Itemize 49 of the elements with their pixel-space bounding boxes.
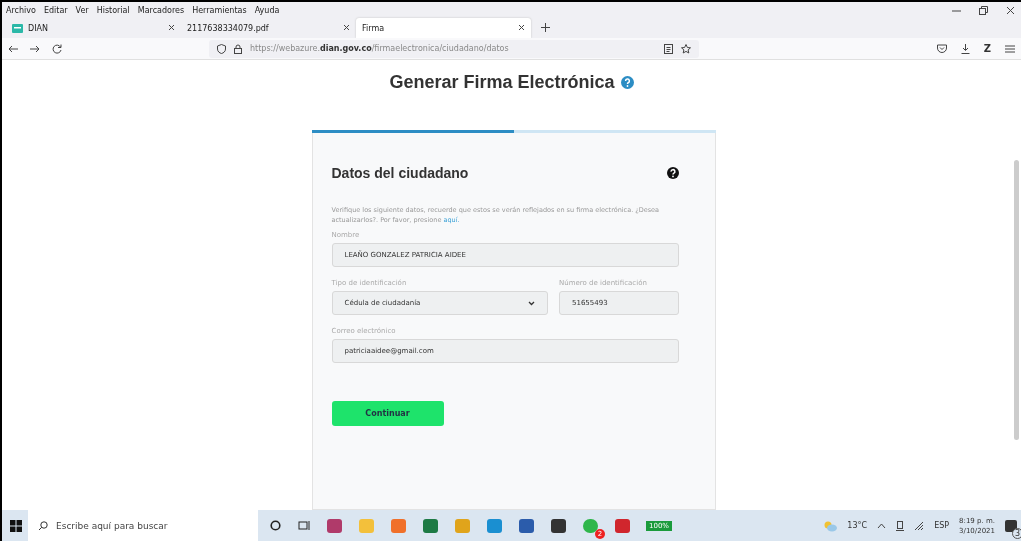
network-icon[interactable] bbox=[914, 520, 925, 531]
back-icon[interactable] bbox=[8, 44, 18, 53]
notifications-icon[interactable] bbox=[1005, 519, 1017, 532]
card-title: Datos del ciudadano bbox=[331, 165, 469, 181]
forward-icon[interactable] bbox=[30, 44, 40, 53]
close-tab-icon[interactable] bbox=[343, 24, 350, 31]
browser-tab[interactable]: 2117638334079.pdf bbox=[181, 18, 356, 38]
caret-up-icon[interactable] bbox=[877, 522, 887, 529]
site-icon bbox=[12, 23, 23, 33]
close-tab-icon[interactable] bbox=[518, 24, 525, 31]
browser-tab[interactable]: DIAN bbox=[6, 18, 181, 38]
chevron-down-icon bbox=[527, 300, 535, 306]
notification-count: 3 bbox=[1012, 527, 1021, 539]
lock-icon bbox=[234, 43, 242, 54]
pocket-icon[interactable] bbox=[936, 44, 947, 53]
menu-item[interactable]: Ver bbox=[75, 5, 89, 15]
continue-button[interactable]: Continuar bbox=[331, 401, 444, 426]
browser-tab[interactable]: Firma bbox=[356, 18, 531, 38]
download-icon[interactable] bbox=[960, 43, 970, 54]
menu-icon[interactable] bbox=[1005, 44, 1015, 53]
task-view-icon[interactable] bbox=[298, 520, 310, 531]
menu-item[interactable]: Historial bbox=[96, 5, 130, 15]
cortana-icon[interactable] bbox=[270, 520, 281, 531]
reader-view-icon[interactable] bbox=[664, 43, 673, 54]
url-text: https://webazure.dian.gov.co/firmaelectronica/ciudadano/datos bbox=[250, 44, 509, 53]
start-button[interactable] bbox=[10, 519, 22, 532]
new-tab-icon[interactable] bbox=[541, 23, 550, 32]
help-icon bbox=[620, 76, 634, 89]
bookmark-star-icon[interactable] bbox=[681, 43, 691, 54]
close-icon[interactable] bbox=[1006, 5, 1015, 15]
language-indicator[interactable]: ESP bbox=[934, 521, 950, 530]
menu-item[interactable]: Ayuda bbox=[254, 5, 280, 15]
menu-item[interactable]: Herramientas bbox=[192, 5, 247, 15]
meeting-icon[interactable] bbox=[896, 520, 905, 531]
search-field[interactable]: Escribe aquí para buscar bbox=[28, 510, 258, 541]
menu-item[interactable]: Marcadores bbox=[137, 5, 185, 15]
menu-item[interactable]: Archivo bbox=[6, 5, 36, 15]
address-bar[interactable]: https://webazure.dian.gov.co/firmaelectronica/ciudadano/datos bbox=[209, 39, 699, 58]
temperature-text: 13°C bbox=[847, 521, 868, 530]
extension-button[interactable]: Z bbox=[983, 43, 991, 54]
search-icon bbox=[38, 520, 48, 531]
page-title: Generar Firma Electrónica bbox=[389, 72, 615, 93]
menu-item[interactable]: Editar bbox=[43, 5, 68, 15]
shield-icon bbox=[217, 43, 226, 54]
reload-icon[interactable] bbox=[52, 43, 62, 54]
help-icon[interactable] bbox=[666, 167, 679, 179]
restore-icon[interactable] bbox=[979, 5, 988, 15]
weather-icon bbox=[823, 519, 838, 532]
close-tab-icon[interactable] bbox=[168, 24, 175, 31]
